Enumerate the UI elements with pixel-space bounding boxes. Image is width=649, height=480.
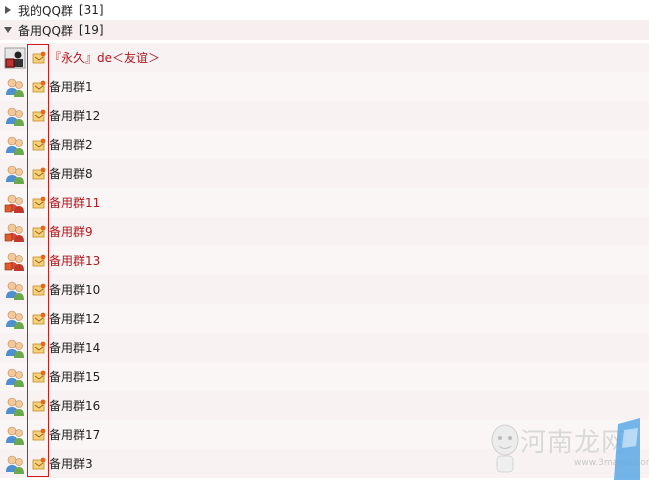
group-label: 备用群12 (49, 312, 101, 326)
group-message-icon (32, 80, 46, 94)
group-avatar-icon (4, 279, 26, 301)
group-message-icon (32, 109, 46, 123)
group-avatar-icon (4, 337, 26, 359)
group-message-icon (32, 138, 46, 152)
group-list-item[interactable]: 『永久』de＜友谊＞ (0, 43, 649, 72)
group-list-item[interactable]: 备用群17 (0, 420, 649, 449)
group-message-icon (32, 254, 46, 268)
group-list-item[interactable]: 备用群8 (0, 159, 649, 188)
group-message-icon (32, 457, 46, 471)
group-message-icon (32, 51, 46, 65)
group-list-item[interactable]: 备用群11 (0, 188, 649, 217)
group-avatar-icon (4, 395, 26, 417)
custom-group-avatar-icon (4, 47, 26, 69)
group-message-icon (32, 312, 46, 326)
group-avatar-icon (4, 250, 26, 272)
group-avatar-icon (4, 366, 26, 388)
group-label: 备用群14 (49, 341, 101, 355)
group-avatar-icon (4, 76, 26, 98)
group-list-item[interactable]: 备用群2 (0, 130, 649, 159)
group-label: 备用群12 (49, 109, 101, 123)
group-label: 备用群10 (49, 283, 101, 297)
group-label: 备用群16 (49, 399, 101, 413)
group-list-item[interactable]: 备用群10 (0, 275, 649, 304)
group-list-item[interactable]: 备用群1 (0, 72, 649, 101)
group-label: 备用群15 (49, 370, 101, 384)
group-list-item[interactable]: 备用群12 (0, 101, 649, 130)
group-avatar-icon (4, 424, 26, 446)
group-header-my-qq-groups[interactable]: 我的QQ群 [31] (0, 0, 649, 20)
group-label: 『永久』de＜友谊＞ (49, 51, 161, 65)
group-avatar-icon (4, 134, 26, 156)
group-label: 备用群3 (49, 457, 93, 471)
group-list-item[interactable]: 备用群14 (0, 333, 649, 362)
group-message-icon (32, 167, 46, 181)
group-count: [31] (78, 3, 104, 17)
group-message-icon (32, 370, 46, 384)
group-label: 备用群11 (49, 196, 101, 210)
group-name: 我的QQ群 (18, 3, 73, 18)
group-message-icon (32, 283, 46, 297)
group-avatar-icon (4, 308, 26, 330)
group-list-item[interactable]: 备用群15 (0, 362, 649, 391)
group-header-backup-qq-groups[interactable]: 备用QQ群 [19] (0, 20, 649, 40)
group-message-icon (32, 428, 46, 442)
group-count: [19] (78, 23, 104, 37)
group-label: 备用群13 (49, 254, 101, 268)
group-avatar-icon (4, 105, 26, 127)
group-list-item[interactable]: 备用群16 (0, 391, 649, 420)
triangle-right-icon[interactable] (4, 6, 12, 14)
group-label: 备用群9 (49, 225, 93, 239)
group-avatar-icon (4, 453, 26, 475)
group-message-icon (32, 225, 46, 239)
group-label: 备用群2 (49, 138, 93, 152)
group-avatar-icon (4, 221, 26, 243)
group-message-icon (32, 196, 46, 210)
group-list-item[interactable]: 备用群12 (0, 304, 649, 333)
group-message-icon (32, 341, 46, 355)
group-label: 备用群8 (49, 167, 93, 181)
group-list-item[interactable]: 备用群3 (0, 449, 649, 478)
group-label: 备用群1 (49, 80, 93, 94)
group-avatar-icon (4, 163, 26, 185)
group-label: 备用群17 (49, 428, 101, 442)
group-name: 备用QQ群 (18, 23, 73, 38)
group-list-item[interactable]: 备用群9 (0, 217, 649, 246)
group-list: 『永久』de＜友谊＞ 备用群1 备用群12 备用群2 备用群8 备用群11 备用群9 备用群1… (0, 43, 649, 478)
group-avatar-icon (4, 192, 26, 214)
group-list-item[interactable]: 备用群13 (0, 246, 649, 275)
group-message-icon (32, 399, 46, 413)
triangle-down-icon[interactable] (4, 26, 12, 34)
